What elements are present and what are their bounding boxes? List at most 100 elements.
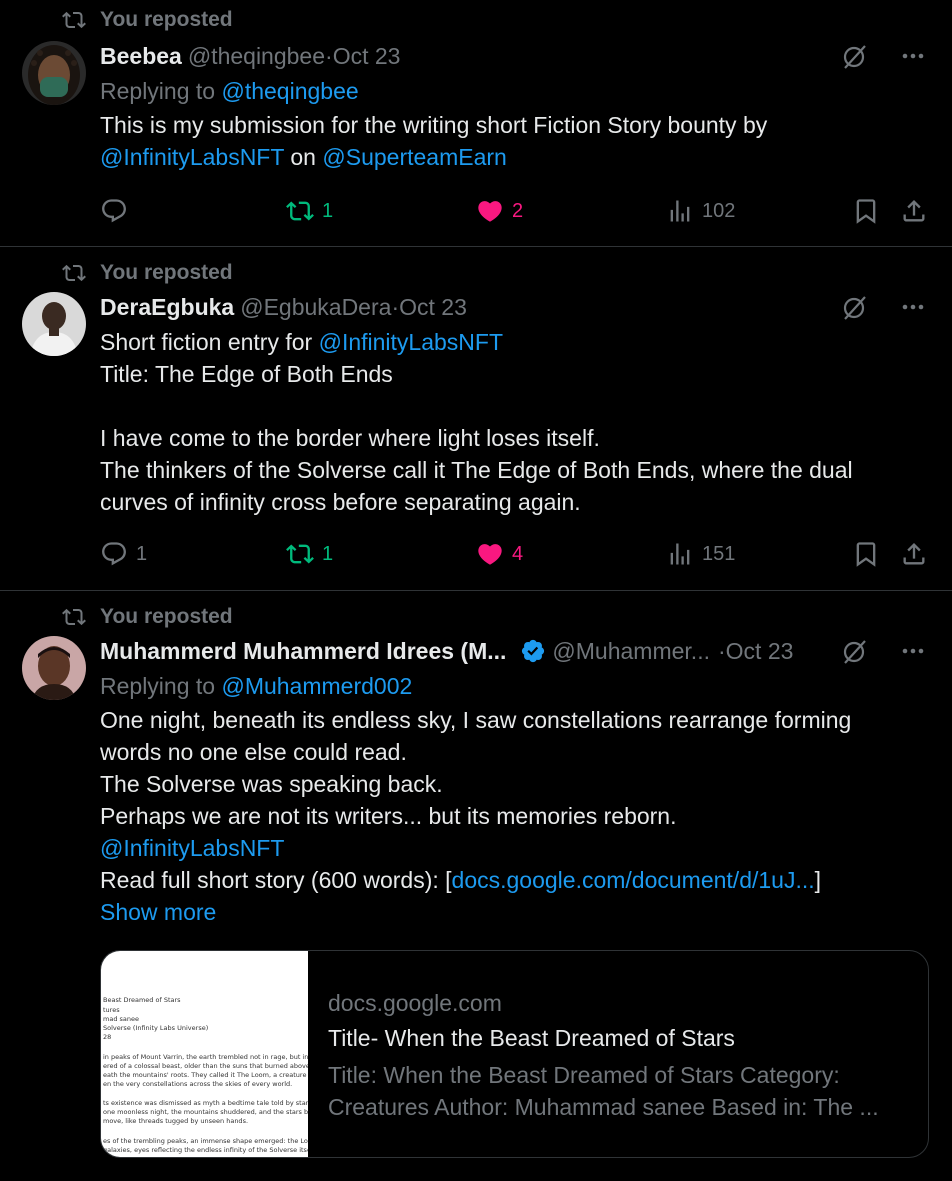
views-icon [670, 200, 690, 222]
tweet-content: DeraEgbuka @EgbukaDera · Oct 23 Short fi… [100, 292, 932, 518]
replying-to-link[interactable]: @Muhammerd002 [221, 673, 412, 699]
thumbnail-text-line: ts existence was dismissed as myth a bed… [103, 1099, 308, 1107]
replying-to: Replying to @Muhammerd002 [100, 670, 932, 702]
card-thumbnail: Beast Dreamed of Stars tures mad sanee Solv… [101, 951, 308, 1157]
bookmark-icon[interactable] [852, 197, 880, 225]
reply-button[interactable] [100, 197, 136, 225]
thumbnail-text-line: galaxies, eyes reflecting the endless in… [103, 1146, 308, 1154]
reply-button[interactable]: 1 [100, 540, 147, 568]
tweet-text: One night, beneath its endless sky, I sa… [100, 704, 932, 928]
repost-indicator: You reposted [62, 605, 233, 629]
card-body: docs.google.com Title- When the Beast Dr… [308, 951, 928, 1157]
tweet-date[interactable]: Oct 23 [399, 292, 467, 322]
card-description: Title: When the Beast Dreamed of Stars C… [328, 1059, 908, 1123]
thumbnail-text-line: tures [103, 1006, 120, 1014]
separator: · [717, 638, 726, 664]
author-handle[interactable]: @EgbukaDera [240, 292, 391, 322]
text-line: curves of infinity cross before separati… [100, 489, 581, 515]
card-desc-line: Creatures Author: Muhammad sanee Based i… [328, 1094, 879, 1120]
author-name[interactable]: Beebea [100, 41, 182, 71]
views-button[interactable]: 102 [666, 197, 735, 225]
mention-link[interactable]: @InfinityLabsNFT [100, 835, 284, 861]
repost-icon [62, 11, 86, 29]
separator: · [391, 294, 400, 320]
repost-icon [286, 201, 314, 221]
repost-label: You reposted [100, 8, 233, 31]
repost-count: 1 [322, 199, 334, 222]
text-fragment: Read full short story (600 words): [ [100, 867, 452, 893]
thumbnail-text-line: one moonless night, the mountains shudde… [103, 1108, 308, 1116]
repost-icon [62, 608, 86, 626]
tweet-text: Short fiction entry for @InfinityLabsNFT… [100, 326, 932, 518]
reply-count: 1 [136, 542, 148, 565]
mention-link[interactable]: @InfinityLabsNFT [319, 329, 503, 355]
avatar[interactable] [22, 636, 86, 700]
repost-label: You reposted [100, 261, 233, 284]
replying-prefix: Replying to [100, 673, 222, 699]
heart-filled-icon [478, 201, 502, 222]
share-icon[interactable] [900, 197, 928, 225]
tweet-date[interactable]: Oct 23 [726, 636, 794, 666]
views-count: 151 [702, 542, 736, 565]
reply-icon [102, 542, 126, 566]
tweet-content: Muhammerd Muhammerd Idrees (M... @Muhamm… [100, 636, 932, 928]
text-line: @InfinityLabsNFT [100, 832, 932, 864]
text-fragment: Short fiction entry for [100, 329, 319, 355]
tweet-text: This is my submission for the writing sh… [100, 109, 932, 173]
repost-indicator: You reposted [62, 261, 233, 285]
repost-button[interactable]: 1 [286, 540, 333, 568]
bookmark-icon[interactable] [852, 540, 880, 568]
mention-link[interactable]: @InfinityLabsNFT [100, 144, 284, 170]
author-handle[interactable]: @Muhammer... [552, 636, 710, 666]
tweet-1[interactable]: You reposted Beebea @theqingbee · Oct 23… [0, 0, 952, 247]
text-fragment: ] [814, 867, 822, 893]
repost-button[interactable]: 1 [286, 197, 333, 225]
thumbnail-text-line: Solverse (Infinity Labs Universe) [103, 1024, 209, 1032]
grok-icon[interactable] [840, 41, 870, 71]
tweet-header: Beebea @theqingbee · Oct 23 [100, 41, 932, 71]
show-more-link[interactable]: Show more [100, 899, 216, 925]
text-line: This is my submission for the writing sh… [100, 112, 768, 138]
tweet-date[interactable]: Oct 23 [333, 41, 401, 71]
thumbnail-text-line: move, like threads tugged by unseen hand… [103, 1117, 249, 1125]
verified-badge-icon [522, 639, 545, 663]
author-name[interactable]: Muhammerd Muhammerd Idrees (M... [100, 636, 506, 666]
card-domain: docs.google.com [328, 990, 502, 1016]
text-line: Show more [100, 896, 932, 928]
replying-prefix: Replying to [100, 78, 222, 104]
repost-label: You reposted [100, 605, 233, 628]
link-preview-card[interactable]: Beast Dreamed of Stars tures mad sanee Solv… [100, 950, 929, 1158]
repost-icon [286, 544, 314, 564]
grok-icon[interactable] [840, 292, 870, 322]
mention-link[interactable]: @SuperteamEarn [322, 144, 506, 170]
author-handle[interactable]: @theqingbee [188, 41, 325, 71]
author-name[interactable]: DeraEgbuka [100, 292, 234, 322]
views-button[interactable]: 151 [666, 540, 735, 568]
repost-indicator: You reposted [62, 8, 233, 32]
text-line: Short fiction entry for @InfinityLabsNFT [100, 326, 932, 358]
repost-icon [62, 264, 86, 282]
tweet-2[interactable]: You reposted DeraEgbuka @EgbukaDera · Oc… [0, 247, 952, 591]
tweet-actions: 1 2 102 [100, 191, 932, 231]
card-desc-line: Title: When the Beast Dreamed of Stars C… [328, 1062, 840, 1088]
text-line: One night, beneath its endless sky, I sa… [100, 707, 852, 733]
text-line: Read full short story (600 words): [docs… [100, 864, 932, 896]
like-button[interactable]: 4 [476, 540, 523, 568]
card-title: Title- When the Beast Dreamed of Stars [328, 1025, 735, 1051]
grok-icon[interactable] [840, 636, 870, 666]
doc-link[interactable]: docs.google.com/document/d/1uJ... [452, 867, 815, 893]
more-options-icon[interactable] [898, 636, 928, 666]
reply-icon [102, 199, 126, 223]
replying-to-link[interactable]: @theqingbee [221, 78, 358, 104]
more-options-icon[interactable] [898, 292, 928, 322]
like-button[interactable]: 2 [476, 197, 523, 225]
tweet-content: Beebea @theqingbee · Oct 23 Replying to … [100, 41, 932, 173]
avatar[interactable] [22, 41, 86, 105]
thumbnail-text-line: es of the trembling peaks, an immense sh… [103, 1137, 308, 1145]
more-options-icon[interactable] [898, 41, 928, 71]
avatar[interactable] [22, 292, 86, 356]
share-icon[interactable] [900, 540, 928, 568]
like-count: 2 [512, 199, 524, 222]
repost-count: 1 [322, 542, 334, 565]
